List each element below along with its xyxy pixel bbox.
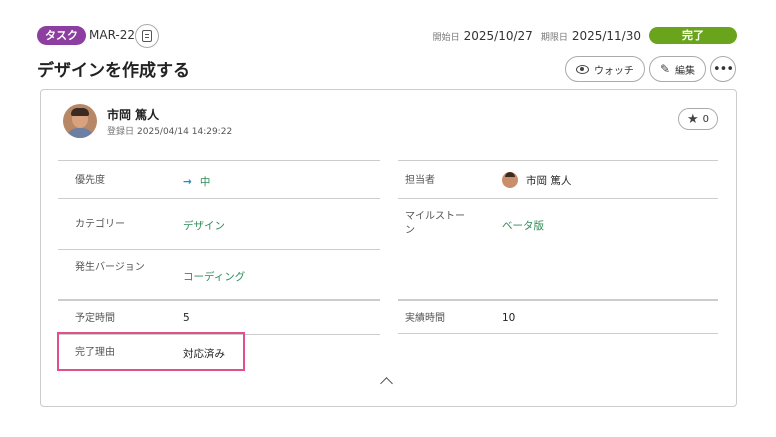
field-estimated: 予定時間 5: [58, 299, 380, 334]
field-value[interactable]: コーディング: [183, 269, 245, 284]
field-value[interactable]: デザイン: [183, 218, 225, 233]
due-date: 2025/11/30: [571, 29, 641, 43]
field-category: カテゴリー デザイン: [58, 198, 380, 249]
field-milestone: マイルストーン ベータ版: [398, 198, 718, 249]
field-priority: 優先度 → 中: [58, 160, 380, 198]
created-datetime: 2025/04/14 14:29:22: [137, 127, 233, 137]
edit-label: 編集: [675, 65, 695, 77]
field-label: 実績時間: [405, 313, 445, 324]
created-label: 登録日: [107, 127, 135, 137]
watch-label: ウォッチ: [593, 65, 634, 77]
field-label: カテゴリー: [75, 219, 125, 230]
highlight-box: [57, 332, 245, 371]
star-button[interactable]: ★ 0: [678, 108, 718, 130]
field-label: 担当者: [405, 175, 435, 186]
field-empty: [398, 249, 718, 299]
field-label: マイルストーン: [405, 211, 465, 236]
copy-key-button[interactable]: [135, 24, 159, 48]
star-count: 0: [702, 113, 710, 125]
edit-button[interactable]: ✎ 編集: [648, 56, 706, 82]
issue-key: MAR-22: [89, 28, 136, 42]
created-at: 登録日 2025/04/14 14:29:22: [107, 124, 232, 137]
issue-title: デザインを作成する: [37, 61, 190, 81]
copy-icon: [142, 30, 152, 42]
issue-actions: ウォッチ ✎ 編集 •••: [564, 56, 736, 82]
issue-header: タスク MAR-22 開始日 2025/10/27 期限日 2025/11/30 完了: [37, 24, 737, 48]
field-value[interactable]: 市岡 篤人: [502, 172, 571, 188]
field-value[interactable]: → 中: [183, 174, 210, 189]
watch-button[interactable]: ウォッチ: [564, 56, 645, 82]
eye-icon: [575, 64, 589, 74]
author-name[interactable]: 市岡 篤人: [107, 106, 159, 123]
start-date: 2025/10/27: [463, 29, 533, 43]
issue-type-badge: タスク: [37, 26, 86, 45]
more-icon: •••: [712, 61, 734, 77]
more-button[interactable]: •••: [710, 56, 736, 82]
field-value: 10: [502, 312, 516, 324]
star-icon: ★: [686, 111, 699, 127]
field-label: 優先度: [75, 175, 105, 186]
status-badge[interactable]: 完了: [649, 27, 737, 44]
start-date-label: 開始日: [432, 33, 460, 43]
field-value: 5: [183, 312, 190, 324]
assignee-name: 市岡 篤人: [526, 175, 572, 187]
priority-value: 中: [199, 176, 211, 188]
avatar[interactable]: [63, 104, 97, 138]
field-version: 発生バージョン コーディング: [58, 249, 380, 299]
due-date-label: 期限日: [540, 33, 568, 43]
chevron-up-icon[interactable]: [379, 377, 393, 390]
field-assignee: 担当者 市岡 篤人: [398, 160, 718, 198]
field-label: 予定時間: [75, 313, 115, 324]
field-actual: 実績時間 10: [398, 299, 718, 334]
arrow-right-icon: →: [183, 176, 192, 188]
field-label: 発生バージョン: [75, 262, 145, 273]
assignee-avatar: [502, 172, 518, 188]
pencil-icon: ✎: [659, 62, 670, 76]
issue-dates: 開始日 2025/10/27 期限日 2025/11/30: [433, 29, 641, 43]
field-value[interactable]: ベータ版: [502, 218, 544, 233]
